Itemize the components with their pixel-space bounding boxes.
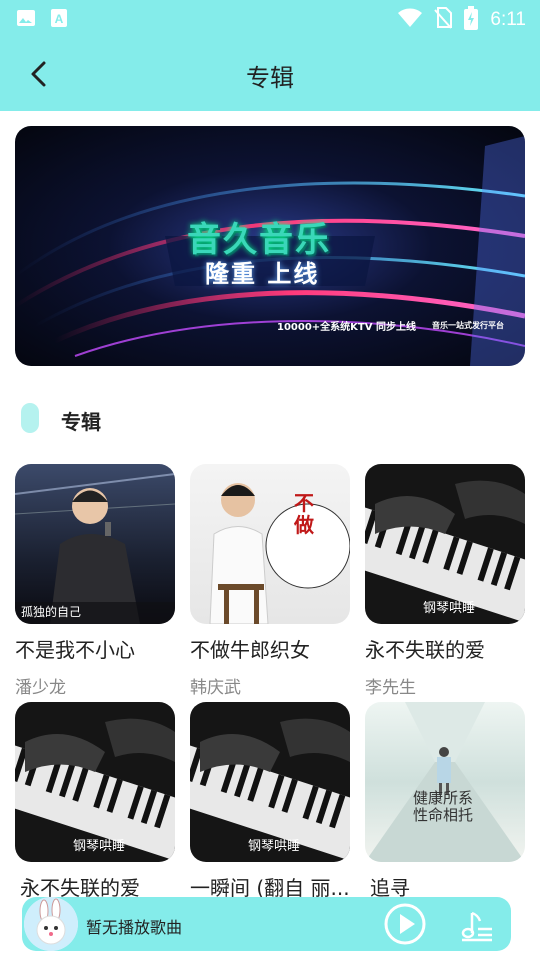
- page-title: 专辑: [246, 64, 294, 92]
- play-icon: [384, 903, 426, 945]
- singer-live-art: [15, 473, 175, 624]
- cover-caption: 钢琴哄睡: [73, 839, 126, 854]
- section-marker: [21, 403, 39, 433]
- album-cover: 健康所系 性命相托: [365, 702, 525, 862]
- banner-footer-right: 音乐一站式发行平台: [432, 321, 504, 330]
- cover-caption: 钢琴哄睡: [248, 839, 301, 854]
- cover-caption: 孤独的自己: [21, 605, 82, 619]
- corridor-art: [365, 702, 525, 862]
- banner-subtitle: 隆重 上线: [205, 260, 320, 288]
- album-artist: 李先生: [365, 678, 416, 698]
- cover-caption: 不做: [294, 491, 314, 537]
- promo-banner[interactable]: 音久音乐 隆重 上线 10000+全系统KTV 同步上线 音乐一站式发行平台: [15, 126, 525, 366]
- wifi-icon: [398, 8, 423, 32]
- album-title: 永不失联的爱: [365, 638, 485, 662]
- mini-player[interactable]: 暂无播放歌曲: [22, 897, 511, 951]
- album-card[interactable]: 钢琴哄睡 永不失联的爱: [15, 702, 175, 901]
- font-icon: A: [50, 8, 68, 32]
- player-status-text: 暂无播放歌曲: [86, 918, 183, 937]
- album-cover: 钢琴哄睡: [15, 702, 175, 862]
- album-title: 不做牛郎织女: [190, 638, 310, 662]
- cover-caption: 健康所系 性命相托: [413, 789, 474, 824]
- album-card[interactable]: 不做 不做牛郎织女 韩庆武: [190, 464, 350, 698]
- no-sim-icon: [434, 7, 453, 33]
- singer-white-art: [209, 483, 350, 624]
- album-artist: 潘少龙: [15, 678, 66, 698]
- playlist-button[interactable]: [458, 907, 496, 943]
- status-bar: A 6:11: [0, 0, 540, 36]
- rabbit-icon: [24, 897, 78, 951]
- album-title: 不是我不小心: [15, 638, 135, 662]
- cover-caption: 钢琴哄睡: [423, 601, 476, 616]
- album-cover: 不做: [190, 464, 350, 624]
- app-bar: 专辑: [0, 36, 540, 111]
- album-cover: 钢琴哄睡: [365, 464, 525, 624]
- album-cover: 钢琴哄睡: [190, 702, 350, 862]
- album-card[interactable]: 孤独的自己 不是我不小心 潘少龙: [15, 464, 175, 698]
- banner-footer-left: 10000+全系统KTV 同步上线: [277, 322, 416, 333]
- album-cover: 孤独的自己: [15, 464, 175, 624]
- album-artist: 韩庆武: [190, 678, 241, 698]
- album-card[interactable]: 钢琴哄睡 永不失联的爱 李先生: [365, 464, 525, 698]
- status-time: 6:11: [490, 9, 526, 30]
- playlist-icon: [461, 911, 492, 942]
- play-button[interactable]: [384, 903, 426, 945]
- gallery-icon: [16, 8, 36, 32]
- section-title: 专辑: [61, 410, 101, 434]
- player-avatar: [24, 897, 78, 951]
- svg-text:A: A: [55, 12, 64, 26]
- album-card[interactable]: 健康所系 性命相托 追寻: [365, 702, 525, 901]
- battery-icon: [464, 6, 479, 34]
- album-card[interactable]: 钢琴哄睡 一瞬间 (翻自 丽...: [190, 702, 350, 901]
